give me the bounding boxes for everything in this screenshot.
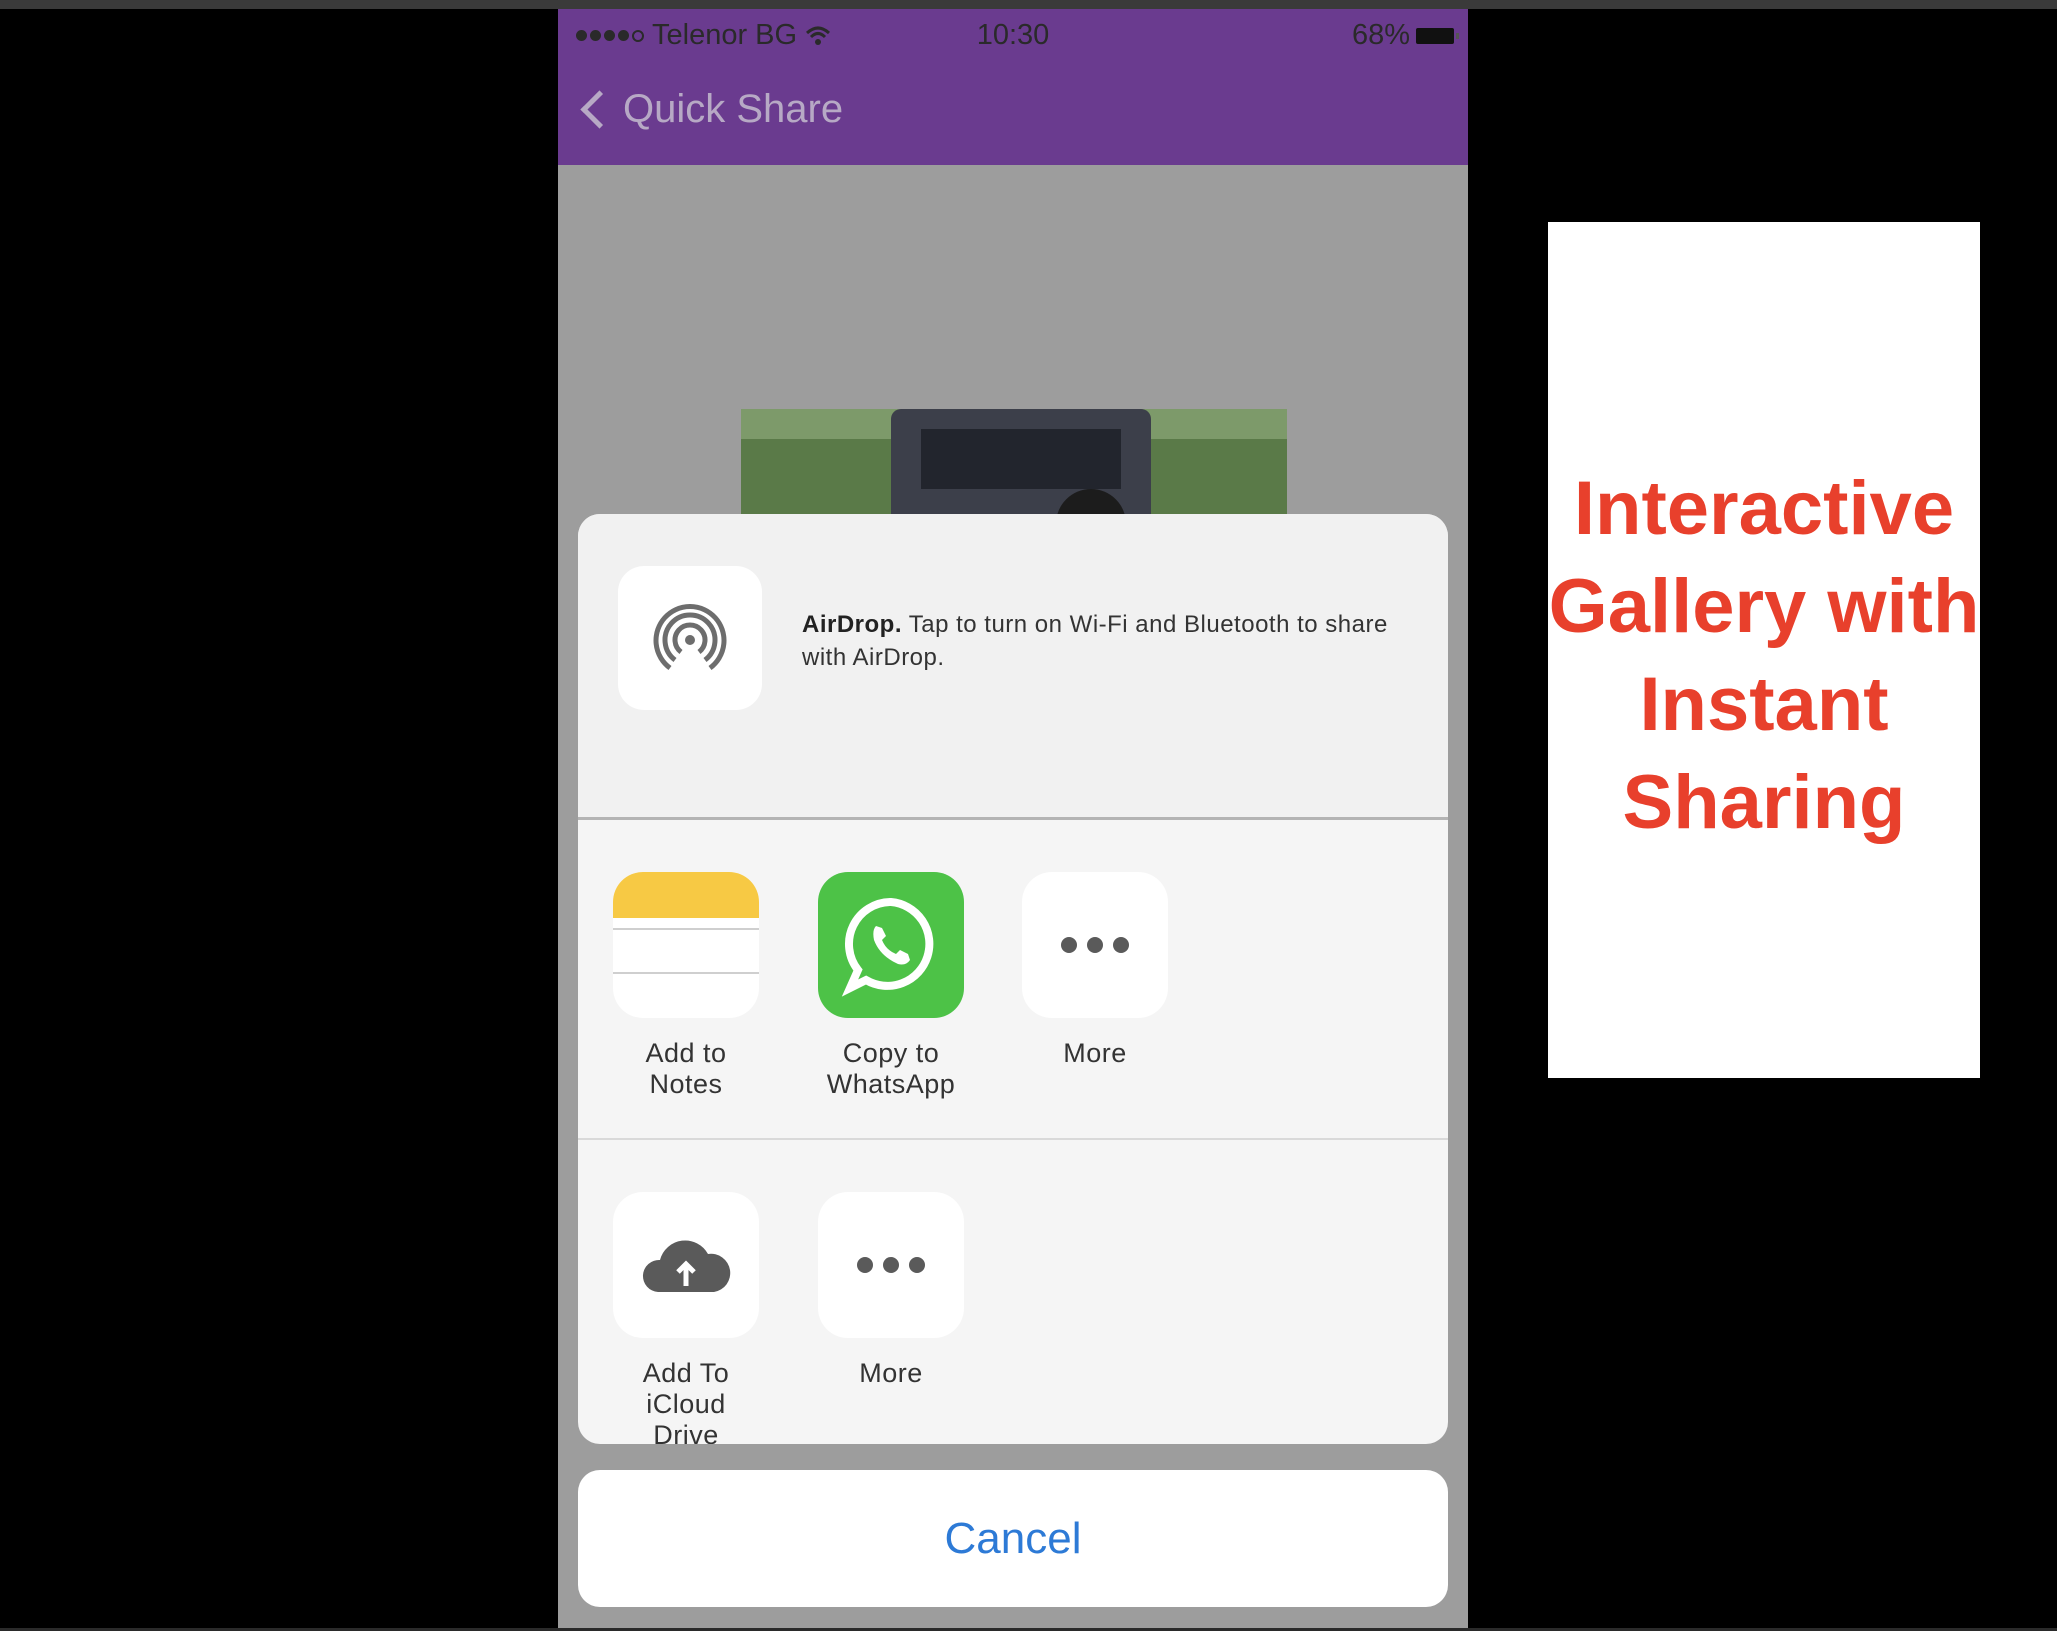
status-time: 10:30 — [976, 19, 1050, 51]
share-sheet: AirDrop. Tap to turn on Wi-Fi and Blueto… — [578, 514, 1448, 1444]
whatsapp-icon — [818, 872, 964, 1018]
promo-title: Interactive Gallery with Instant Sharing — [1520, 460, 2008, 852]
share-app-whatsapp[interactable]: Copy to WhatsApp — [816, 872, 966, 1100]
navigation-bar: Quick Share — [558, 65, 1468, 165]
more-icon — [1022, 872, 1168, 1018]
airdrop-description: AirDrop. Tap to turn on Wi-Fi and Blueto… — [802, 608, 1412, 674]
airdrop-icon[interactable] — [618, 566, 762, 710]
promo-title-line: Gallery with — [1548, 564, 1980, 649]
chevron-left-icon — [580, 90, 619, 129]
actions-row: Add To iCloud Drive More — [578, 1140, 1448, 1444]
promo-title-line: Interactive — [1573, 466, 1955, 551]
window-top-strip — [0, 0, 2057, 9]
icloud-upload-icon — [613, 1192, 759, 1338]
battery-percent: 68% — [1351, 19, 1410, 51]
app-label: Add to Notes — [645, 1038, 727, 1099]
action-icloud-drive[interactable]: Add To iCloud Drive — [611, 1192, 761, 1444]
promo-title-line: Sharing — [1622, 760, 1906, 845]
action-more[interactable]: More — [816, 1192, 966, 1389]
action-label: More — [859, 1358, 923, 1388]
back-button[interactable]: Quick Share — [576, 87, 843, 132]
share-app-more[interactable]: More — [1020, 872, 1170, 1069]
app-label: More — [1063, 1038, 1127, 1068]
back-label: Quick Share — [623, 87, 844, 131]
more-icon — [818, 1192, 964, 1338]
gallery-photo — [741, 409, 1287, 529]
airdrop-row[interactable]: AirDrop. Tap to turn on Wi-Fi and Blueto… — [578, 514, 1448, 817]
status-bar: Telenor BG 10:30 68% — [558, 9, 1468, 65]
phone-screen: Telenor BG 10:30 68% Quick Share AirDrop… — [558, 9, 1468, 1631]
cancel-button[interactable]: Cancel — [578, 1470, 1448, 1607]
share-apps-row: Add to Notes Copy to WhatsApp More — [578, 820, 1448, 1133]
share-app-notes[interactable]: Add to Notes — [611, 872, 761, 1100]
airdrop-title: AirDrop. — [802, 611, 902, 638]
action-label: Add To iCloud Drive — [642, 1358, 730, 1444]
app-label: Copy to WhatsApp — [826, 1038, 956, 1099]
battery-info: 68% — [1351, 19, 1459, 52]
promo-title-line: Instant — [1639, 662, 1889, 747]
battery-icon — [1416, 27, 1459, 44]
notes-icon — [613, 872, 759, 1018]
